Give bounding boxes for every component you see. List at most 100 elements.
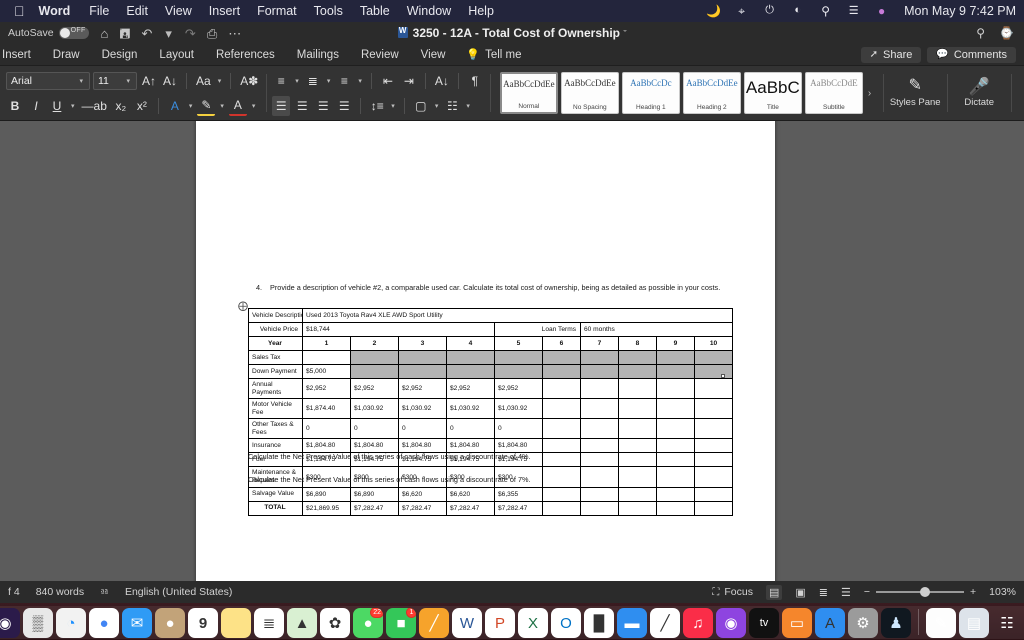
table-move-handle-icon[interactable]: ⨁ (238, 301, 248, 312)
more-icon[interactable]: ⋯ (228, 27, 241, 40)
style-title[interactable]: AaBbC Title (743, 72, 802, 114)
chevron-down-icon[interactable]: ▾ (389, 102, 397, 110)
dock-item-system-preferences[interactable]: ⚙ (848, 608, 878, 638)
cell-year-1[interactable] (302, 350, 351, 365)
cell-year-6[interactable] (542, 438, 581, 454)
cell-year-3[interactable] (398, 350, 447, 365)
numbering-icon[interactable]: ≣ (304, 71, 322, 91)
cell-year-8[interactable] (618, 486, 657, 502)
dock-item-maps[interactable]: ▲ (287, 608, 317, 638)
table-resize-handle[interactable] (721, 374, 725, 378)
search-icon[interactable]: ⚲ (818, 4, 833, 18)
cell-year-7[interactable] (580, 364, 619, 379)
cell-year-4[interactable]: $7,282.47 (446, 500, 495, 516)
cell-year-5[interactable]: $2,952 (494, 377, 543, 400)
zoom-level[interactable]: 103% (989, 586, 1016, 598)
comments-button[interactable]: 💬 Comments (927, 46, 1016, 63)
dock-item-pages[interactable]: ╱ (650, 608, 680, 638)
show-marks-icon[interactable]: ¶ (466, 71, 484, 91)
shading-icon[interactable]: ▢ (412, 96, 430, 116)
dock-item-mail[interactable]: ✉ (122, 608, 152, 638)
increase-indent-icon[interactable]: ⇥ (400, 71, 418, 91)
chevron-down-icon[interactable]: ▾ (433, 102, 441, 110)
cell-year-10[interactable] (693, 377, 734, 400)
align-left-icon[interactable]: ☰ (272, 95, 291, 116)
tell-me-search[interactable]: 💡 Tell me (456, 48, 531, 62)
cell-year-10[interactable] (693, 500, 734, 516)
dock-item-app-store[interactable]: A (815, 608, 845, 638)
cell-year-9[interactable] (656, 418, 695, 440)
cell-year-1[interactable]: $1,804.80 (302, 438, 351, 454)
clear-formatting-icon[interactable]: A✽ (238, 71, 260, 91)
cell-year-10[interactable] (693, 418, 734, 440)
tab-draw[interactable]: Draw (42, 49, 91, 61)
dock-item-kindle[interactable]: ♟ (881, 608, 911, 638)
font-name-combo[interactable]: Arial ▾ (6, 71, 90, 90)
cell-year-7[interactable] (580, 398, 619, 420)
cell-year-8[interactable] (618, 438, 657, 454)
menu-item-table[interactable]: Table (360, 4, 390, 18)
cell-year-9[interactable] (656, 350, 695, 365)
sensitivity-button[interactable]: 📄 Sensitivity (1017, 68, 1024, 118)
strikethrough-icon[interactable]: —ab (80, 96, 109, 116)
cell-year-2[interactable]: 0 (350, 418, 399, 440)
dock-item-keynote[interactable]: ▬ (617, 608, 647, 638)
zoom-in-button[interactable]: + (970, 586, 976, 598)
decrease-indent-icon[interactable]: ⇤ (379, 71, 397, 91)
battery-icon[interactable]: ⏻ (762, 4, 777, 18)
dock-item-calendar[interactable]: 9 (188, 608, 218, 638)
apple-logo-icon[interactable]:  (14, 4, 25, 18)
cell-year-5[interactable]: $6,355 (494, 486, 543, 502)
undo-icon[interactable]: ↶ (141, 27, 152, 40)
dock-item-server-globe[interactable]: ☷ (992, 608, 1022, 638)
highlight-icon[interactable]: ✎ (197, 96, 216, 116)
menu-item-help[interactable]: Help (468, 4, 494, 18)
cell-year-10[interactable] (693, 438, 734, 454)
ribbon-options-icon[interactable]: ⌚ (999, 26, 1014, 40)
style-subtitle[interactable]: AaBbCcDdE Subtitle (804, 72, 863, 114)
cell-year-6[interactable] (542, 364, 581, 379)
chevron-down-icon[interactable]: ▾ (77, 77, 85, 85)
grow-font-icon[interactable]: A↑ (140, 71, 158, 91)
zoom-track[interactable] (876, 587, 964, 597)
cell-year-8[interactable] (618, 398, 657, 420)
menu-item-word[interactable]: Word (39, 4, 71, 18)
cell-year-2[interactable]: $6,890 (350, 486, 399, 502)
outline-icon[interactable]: ≣ (819, 586, 828, 599)
share-button[interactable]: ➚ Share (860, 46, 922, 63)
cell-year-4[interactable]: $1,804.80 (446, 438, 495, 454)
dock-item-messages[interactable]: ● 22 (353, 608, 383, 638)
cell-year-7[interactable] (580, 486, 619, 502)
menu-item-insert[interactable]: Insert (209, 4, 240, 18)
cell-year-6[interactable] (542, 350, 581, 365)
cell-year-8[interactable] (618, 418, 657, 440)
cell-year-7[interactable] (580, 350, 619, 365)
menu-item-format[interactable]: Format (257, 4, 297, 18)
cell-year-6[interactable] (542, 377, 581, 400)
align-center-icon[interactable]: ☰ (293, 96, 311, 116)
dock-item-outlook[interactable]: O (551, 608, 581, 638)
cell-year-10[interactable] (693, 350, 734, 365)
cell-year-10[interactable] (693, 466, 734, 488)
cell-year-2[interactable] (350, 350, 399, 365)
cell-year-6[interactable] (542, 486, 581, 502)
cell-year-1[interactable]: $6,890 (302, 486, 351, 502)
cell-year-6[interactable] (542, 452, 581, 468)
dictate-button[interactable]: 🎤 Dictate (953, 68, 1005, 118)
cell-year-2[interactable]: $1,030.92 (350, 398, 399, 420)
cell-year-3[interactable]: $6,620 (398, 486, 447, 502)
style-normal[interactable]: AaBbCcDdEe Normal (499, 72, 558, 114)
menu-item-window[interactable]: Window (407, 4, 451, 18)
shrink-font-icon[interactable]: A↓ (161, 71, 179, 91)
cell-year-8[interactable] (618, 364, 657, 379)
chevron-down-icon[interactable]: ▾ (356, 77, 364, 85)
dock-item-word[interactable]: W (452, 608, 482, 638)
bluetooth-icon[interactable]: ⌖ (734, 4, 749, 18)
search-icon[interactable]: ⚲ (976, 26, 985, 40)
dock-item-music[interactable]: ♫ (683, 608, 713, 638)
control-center-icon[interactable]: ☰ (846, 4, 861, 18)
cell-year-5[interactable]: 0 (494, 418, 543, 440)
cell-year-1[interactable]: $5,000 (302, 364, 351, 379)
redo-icon[interactable]: ↷ (185, 27, 196, 40)
cell-year-1[interactable]: $21,869.95 (302, 500, 351, 516)
